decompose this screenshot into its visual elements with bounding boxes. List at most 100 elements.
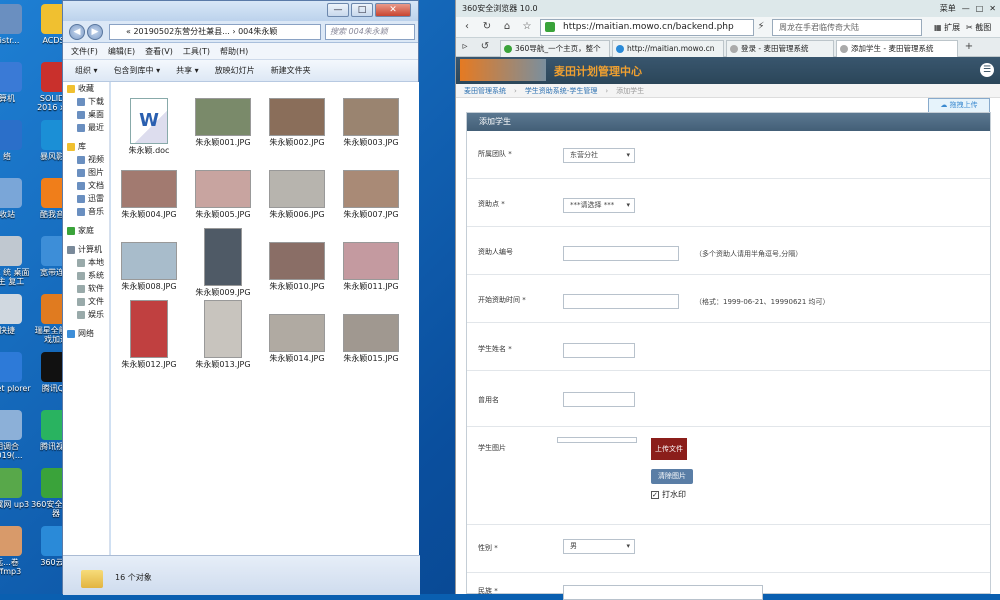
file-item[interactable]: 朱永颖008.JPG [115, 242, 183, 292]
home-icon[interactable]: ⌂ [500, 20, 514, 34]
browser-tab[interactable]: 360导航_一个主页，整个 [500, 40, 610, 57]
start-date-input[interactable] [563, 294, 679, 309]
screenshot-button[interactable]: ✂ 截图 [966, 22, 991, 33]
menu-item[interactable]: 编辑(E) [108, 46, 135, 57]
breadcrumb-item[interactable]: 学生资助系统-学生管理 [525, 87, 598, 95]
file-item[interactable]: W 朱永颖.doc [115, 98, 183, 156]
alias-input[interactable] [563, 392, 635, 407]
toolbar-button[interactable]: 放映幻灯片 [215, 65, 255, 76]
menu-item[interactable]: 帮助(H) [220, 46, 248, 57]
nav-item[interactable]: 文件 [63, 295, 109, 308]
browser-window: 360安全浏览器 10.0 菜单 — □ ✕ ‹ ↻ ⌂ ☆ https://mait… [455, 0, 1000, 600]
file-item[interactable]: 朱永颖009.JPG [189, 228, 257, 298]
maximize-button[interactable]: □ [351, 3, 373, 17]
file-item[interactable]: 朱永颖011.JPG [337, 242, 405, 292]
nav-item[interactable]: 本地 [63, 256, 109, 269]
desktop-icon[interactable]: 远...卷 offmp3 [0, 522, 32, 580]
desktop-icon[interactable]: 快捷 [0, 290, 32, 348]
nav-item[interactable]: 系统 [63, 269, 109, 282]
search-box[interactable]: 周龙在手君临传奇大陆 [772, 19, 922, 36]
point-select[interactable]: ***请选择 *** [563, 198, 635, 213]
folder-icon [77, 155, 85, 164]
team-select[interactable]: 东营分社 [563, 148, 635, 163]
nav-item[interactable]: 视频 [63, 153, 109, 166]
file-item[interactable]: 朱永颖002.JPG [263, 98, 331, 148]
nav-item[interactable]: 计算机 [63, 243, 109, 256]
breadcrumb-item[interactable]: 麦田管理系统 [464, 87, 506, 95]
watermark-checkbox[interactable]: ✓ 打水印 [651, 489, 686, 500]
nav-item[interactable]: 音乐 [63, 205, 109, 218]
file-item[interactable]: 朱永颖012.JPG [115, 300, 183, 370]
minimize-button[interactable]: — [962, 0, 970, 17]
gender-select[interactable]: 男 [563, 539, 635, 554]
sidebar-toggle-icon[interactable]: ▹ [458, 40, 472, 54]
nav-item[interactable]: 网络 [63, 327, 109, 340]
file-item[interactable]: 朱永颖003.JPG [337, 98, 405, 148]
toolbar-button[interactable]: 新建文件夹 [271, 65, 311, 76]
file-item[interactable]: 朱永颖010.JPG [263, 242, 331, 292]
address-bar[interactable]: « 20190502东营分社兼县... › 004朱永颖 [109, 24, 321, 40]
file-item[interactable]: 朱永颖015.JPG [337, 314, 405, 364]
toolbar-button[interactable]: 包含到库中 ▾ [114, 65, 161, 76]
file-item[interactable]: 朱永颖013.JPG [189, 300, 257, 370]
menu-item[interactable]: 查看(V) [145, 46, 173, 57]
file-item[interactable]: 朱永颖001.JPG [189, 98, 257, 148]
desktop-icon[interactable]: 磁 翼网 up3 [0, 464, 32, 522]
desktop-icon[interactable]: ernet plorer [0, 348, 32, 406]
clear-photo-button[interactable]: 清除图片 [651, 469, 693, 484]
favorite-icon[interactable]: ☆ [520, 20, 534, 34]
refresh-icon[interactable]: ↻ [480, 20, 494, 34]
desktop-icon[interactable]: 络 [0, 116, 32, 174]
nav-label: 系统 [88, 271, 104, 280]
search-input[interactable]: 搜索 004朱永颖 [325, 24, 415, 40]
desktop-icon[interactable]: 收站 [0, 174, 32, 232]
browser-tab[interactable]: 登录 - 麦田管理系统 [726, 40, 834, 57]
maximize-button[interactable]: □ [976, 0, 984, 17]
nav-item[interactable]: 文档 [63, 179, 109, 192]
tab-label: 登录 - 麦田管理系统 [741, 44, 809, 53]
drag-upload-button[interactable]: ☁ 拖拽上传 [928, 98, 990, 113]
close-button[interactable]: ✕ [375, 3, 411, 17]
file-item[interactable]: 朱永颖004.JPG [115, 170, 183, 220]
file-item[interactable]: 朱永颖005.JPG [189, 170, 257, 220]
nav-item[interactable]: 下载 [63, 95, 109, 108]
minimize-button[interactable]: — [327, 3, 349, 17]
desktop-icon[interactable]: 相调合 2019(... [0, 406, 32, 464]
upload-file-button[interactable]: 上传文件 [651, 438, 687, 460]
menu-item[interactable]: 文件(F) [71, 46, 98, 57]
file-item[interactable]: 朱永颖014.JPG [263, 314, 331, 364]
back-arrow-icon[interactable]: ◀ [69, 24, 85, 40]
nav-item[interactable]: 娱乐 [63, 308, 109, 321]
browser-tab[interactable]: 添加学生 - 麦田管理系统 [836, 40, 958, 57]
new-tab-icon[interactable]: + [962, 40, 976, 54]
nav-item[interactable]: 库 [63, 140, 109, 153]
url-input[interactable]: https://maitian.mowo.cn/backend.php [540, 19, 754, 36]
desktop-icon[interactable]: 算机 [0, 58, 32, 116]
sponsor-input[interactable] [563, 246, 679, 261]
nav-item[interactable]: 图片 [63, 166, 109, 179]
extension-button[interactable]: ▦ 扩展 [934, 22, 960, 33]
next-input[interactable] [563, 585, 763, 600]
menu-icon[interactable]: ☰ [980, 63, 994, 77]
nav-item[interactable]: 迅雷 [63, 192, 109, 205]
toolbar-button[interactable]: 组织 ▾ [75, 65, 98, 76]
forward-arrow-icon[interactable]: ▶ [87, 24, 103, 40]
back-icon[interactable]: ‹ [460, 20, 474, 34]
toolbar-button[interactable]: 共享 ▾ [176, 65, 199, 76]
nav-item[interactable]: 家庭 [63, 224, 109, 237]
nav-item[interactable]: 收藏 [63, 82, 109, 95]
desktop-icon[interactable]: 享库 统 桌面 业主 复工 [0, 232, 32, 290]
nav-item[interactable]: 软件 [63, 282, 109, 295]
file-item[interactable]: 朱永颖007.JPG [337, 170, 405, 220]
file-item[interactable]: 朱永颖006.JPG [263, 170, 331, 220]
name-input[interactable] [563, 343, 635, 358]
nav-item[interactable]: 最近 [63, 121, 109, 134]
restore-tab-icon[interactable]: ↺ [478, 40, 492, 54]
desktop-icon[interactable]: nistr... [0, 0, 32, 58]
compat-icon[interactable]: ⚡ [754, 20, 768, 34]
menu-item[interactable]: 工具(T) [183, 46, 210, 57]
menu-button[interactable]: 菜单 [940, 0, 956, 17]
nav-item[interactable]: 桌面 [63, 108, 109, 121]
browser-tab[interactable]: http://maitian.mowo.cn [612, 40, 724, 57]
close-button[interactable]: ✕ [989, 0, 996, 17]
